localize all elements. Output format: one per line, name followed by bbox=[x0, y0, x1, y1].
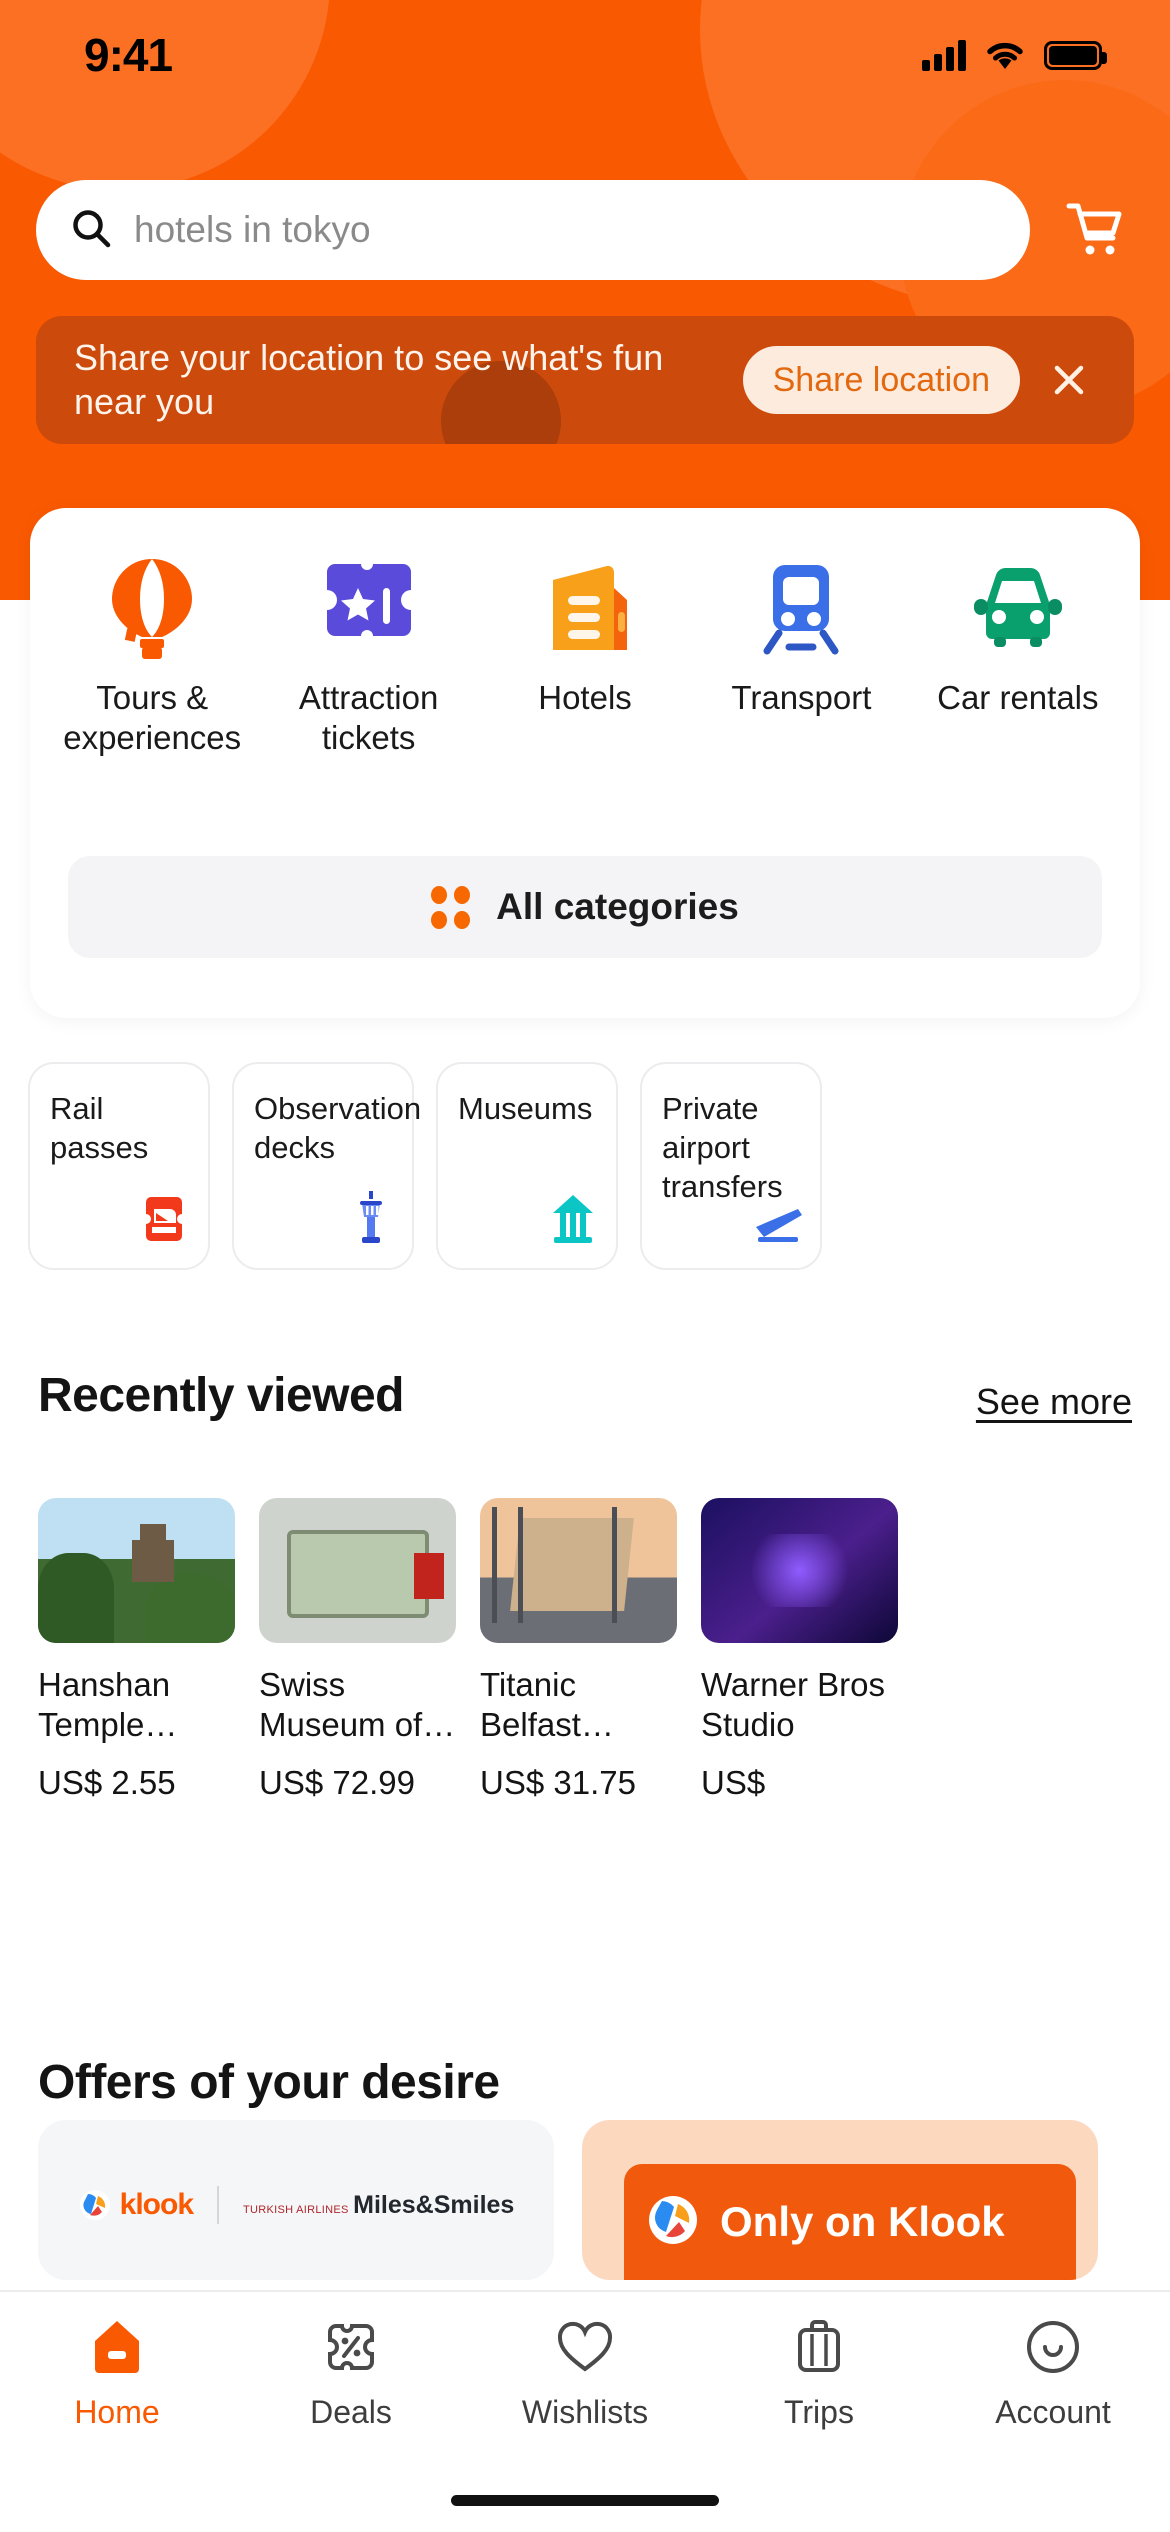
search-input[interactable]: hotels in tokyo bbox=[36, 180, 1030, 280]
product-image bbox=[38, 1498, 235, 1643]
product-image bbox=[701, 1498, 898, 1643]
product-price: US$ 2.55 bbox=[38, 1763, 176, 1801]
category-item-attraction-tickets[interactable]: Attraction tickets bbox=[260, 554, 476, 759]
only-on-klook-badge: Only on Klook bbox=[624, 2164, 1076, 2280]
status-bar-icons bbox=[922, 39, 1107, 71]
category-label: Hotels bbox=[538, 679, 632, 716]
nav-label: Wishlists bbox=[521, 2394, 649, 2430]
only-on-klook-label: Only on Klook bbox=[720, 2198, 1005, 2245]
product-image bbox=[480, 1498, 677, 1643]
rail-ticket-icon bbox=[138, 1193, 190, 1250]
product-price: US$ 72.99 bbox=[259, 1763, 415, 1801]
percent-coupon-icon bbox=[324, 2316, 378, 2378]
all-categories-label: All categories bbox=[496, 886, 739, 927]
status-bar-clock: 9:41 bbox=[84, 29, 173, 81]
nav-item-home[interactable]: Home bbox=[0, 2316, 234, 2431]
smiley-face-icon bbox=[1025, 2316, 1081, 2378]
hotel-building-icon bbox=[535, 554, 635, 660]
klook-wordmark: klook bbox=[119, 2188, 194, 2221]
category-item-tours[interactable]: Tours & experiences bbox=[44, 554, 260, 759]
shopping-cart-icon[interactable] bbox=[1054, 190, 1134, 270]
hot-air-balloon-icon bbox=[102, 554, 202, 660]
search-row: hotels in tokyo bbox=[0, 180, 1170, 280]
partner-brand: TURKISH AIRLINES Miles&Smiles bbox=[243, 2191, 514, 2220]
partner-airline-name: TURKISH AIRLINES bbox=[243, 2203, 349, 2216]
suitcase-icon bbox=[793, 2316, 845, 2378]
search-icon bbox=[70, 207, 112, 254]
train-icon bbox=[751, 554, 851, 660]
chip-label: Museums bbox=[458, 1091, 593, 1126]
category-item-transport[interactable]: Transport bbox=[693, 554, 909, 759]
product-price: US$ bbox=[701, 1763, 766, 1801]
chip-rail-passes[interactable]: Rail passes bbox=[28, 1062, 210, 1270]
share-location-button[interactable]: Share location bbox=[742, 346, 1020, 414]
offers-header: Offers of your desire bbox=[38, 2055, 1132, 2110]
product-card[interactable]: Titanic Belfast Tickets US$ 31.75 bbox=[480, 1498, 677, 1818]
four-dot-grid-icon bbox=[431, 885, 471, 929]
nav-item-wishlists[interactable]: Wishlists bbox=[468, 2316, 702, 2431]
product-card[interactable]: Swiss Museum of Transport Day P… US$ 72.… bbox=[259, 1498, 456, 1818]
product-card[interactable]: Hanshan Temple Ticket in Suzhou US$ 2.55 bbox=[38, 1498, 235, 1818]
ticket-star-icon bbox=[319, 554, 419, 660]
partner-program-name: Miles&Smiles bbox=[353, 2190, 515, 2219]
nav-item-trips[interactable]: Trips bbox=[702, 2316, 936, 2431]
all-categories-button[interactable]: All categories bbox=[68, 856, 1102, 958]
offers-list[interactable]: klook TURKISH AIRLINES Miles&Smiles Only… bbox=[0, 2120, 1170, 2300]
product-title: Swiss Museum of Transport Day P… bbox=[259, 1666, 423, 1744]
heart-icon bbox=[556, 2316, 614, 2378]
category-row: Tours & experiences Attraction tickets H… bbox=[30, 508, 1140, 759]
chip-label: Rail passes bbox=[50, 1091, 149, 1165]
nav-label: Deals bbox=[310, 2394, 392, 2430]
product-title: Hanshan Temple Ticket in Suzhou bbox=[38, 1666, 171, 1744]
klook-logo: klook bbox=[78, 2188, 194, 2222]
battery-full-icon bbox=[1044, 40, 1107, 70]
category-label: Car rentals bbox=[937, 679, 1099, 716]
nav-label: Trips bbox=[784, 2394, 854, 2430]
location-permission-banner: Share your location to see what's fun ne… bbox=[36, 316, 1134, 444]
recently-viewed-list[interactable]: Hanshan Temple Ticket in Suzhou US$ 2.55… bbox=[0, 1498, 1170, 1818]
wifi-icon bbox=[984, 39, 1026, 71]
offer-card-only-on-klook[interactable]: Only on Klook bbox=[582, 2120, 1098, 2280]
page-section-title: Recently viewed bbox=[38, 1369, 405, 1422]
see-more-link[interactable]: See more bbox=[976, 1381, 1132, 1423]
home-indicator bbox=[451, 2495, 719, 2506]
product-image bbox=[259, 1498, 456, 1643]
close-icon[interactable] bbox=[1038, 349, 1100, 411]
search-input-value: hotels in tokyo bbox=[134, 209, 371, 250]
category-panel: Tours & experiences Attraction tickets H… bbox=[30, 508, 1140, 1018]
category-item-car-rentals[interactable]: Car rentals bbox=[910, 554, 1126, 759]
airport-transfer-icon bbox=[752, 1197, 802, 1250]
product-card[interactable]: Warner Bros Studio US$ bbox=[701, 1498, 898, 1818]
nav-label: Account bbox=[995, 2394, 1111, 2430]
status-bar: 9:41 bbox=[0, 0, 1170, 110]
chip-private-airport-transfers[interactable]: Private airport transfers bbox=[640, 1062, 822, 1270]
museum-icon bbox=[548, 1193, 598, 1250]
chip-museums[interactable]: Museums bbox=[436, 1062, 618, 1270]
product-title: Titanic Belfast Tickets bbox=[480, 1666, 581, 1744]
location-banner-message: Share your location to see what's fun ne… bbox=[74, 336, 664, 422]
nav-item-deals[interactable]: Deals bbox=[234, 2316, 468, 2431]
category-label: Tours & experiences bbox=[63, 679, 242, 757]
category-item-hotels[interactable]: Hotels bbox=[477, 554, 693, 759]
brand-divider bbox=[217, 2186, 220, 2224]
car-icon bbox=[966, 554, 1070, 660]
nav-item-account[interactable]: Account bbox=[936, 2316, 1170, 2431]
observation-tower-icon bbox=[348, 1189, 394, 1250]
offer-card-partnership[interactable]: klook TURKISH AIRLINES Miles&Smiles bbox=[38, 2120, 554, 2280]
quick-category-chips[interactable]: Rail passes Observation decks Museums Pr… bbox=[0, 1062, 1170, 1277]
offer-brand-row: klook TURKISH AIRLINES Miles&Smiles bbox=[38, 2186, 554, 2224]
nav-label: Home bbox=[74, 2394, 160, 2430]
chip-label: Private airport transfers bbox=[662, 1091, 783, 1204]
page-section-title: Offers of your desire bbox=[38, 2056, 500, 2109]
chip-observation-decks[interactable]: Observation decks bbox=[232, 1062, 422, 1270]
category-label: Transport bbox=[731, 679, 872, 716]
chip-label: Observation decks bbox=[254, 1091, 422, 1165]
home-icon bbox=[91, 2316, 143, 2378]
klook-mark-icon bbox=[646, 2193, 700, 2252]
category-label: Attraction tickets bbox=[298, 679, 439, 757]
recently-viewed-header: Recently viewed See more bbox=[38, 1368, 1132, 1423]
product-title: Warner Bros Studio bbox=[701, 1666, 885, 1744]
product-price: US$ 31.75 bbox=[480, 1763, 636, 1801]
cellular-signal-icon bbox=[922, 39, 966, 71]
